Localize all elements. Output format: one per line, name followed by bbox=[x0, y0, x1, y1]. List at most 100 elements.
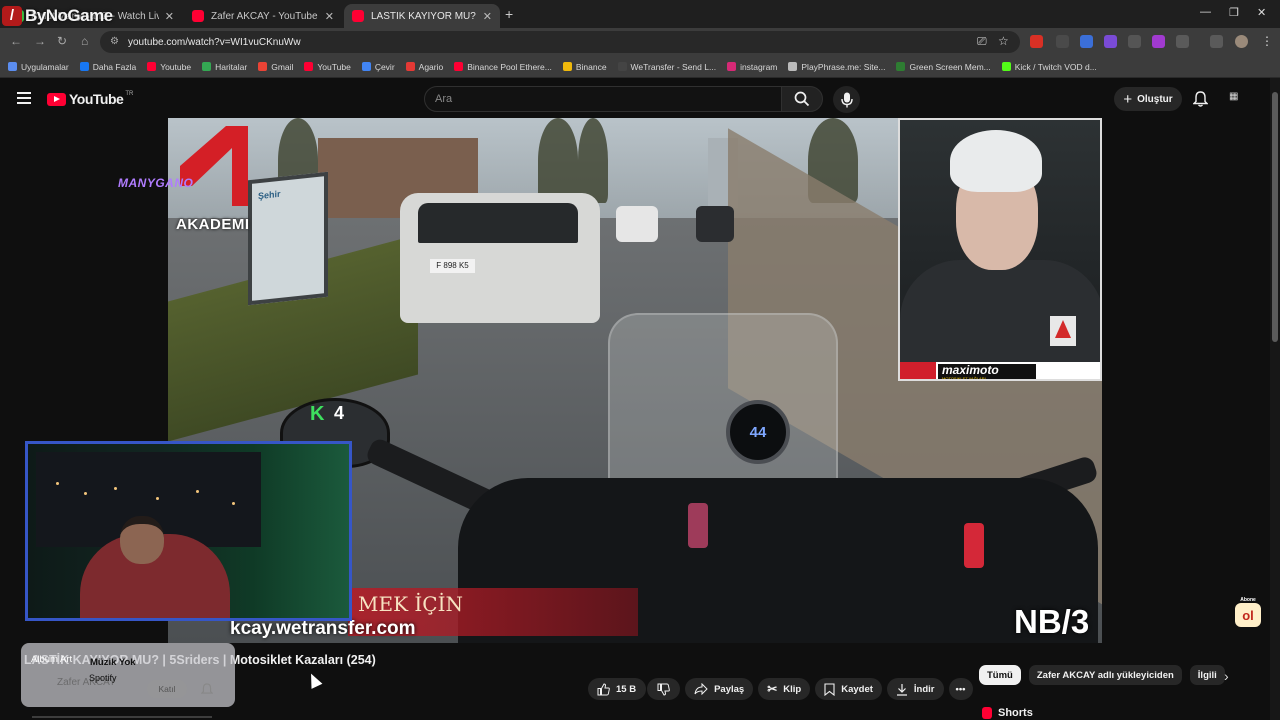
bookmark-label: Youtube bbox=[160, 61, 192, 72]
extension-icon[interactable] bbox=[1128, 35, 1141, 48]
bookmark-favicon-icon bbox=[361, 62, 371, 71]
bookmark-item[interactable]: Gmail bbox=[258, 62, 293, 72]
home-icon[interactable]: ⌂ bbox=[81, 34, 88, 48]
download-icon bbox=[896, 683, 907, 696]
bookmark-item[interactable]: Youtube bbox=[147, 62, 191, 72]
menu-kebab-icon[interactable]: ⋮ bbox=[1261, 34, 1273, 48]
search-button[interactable] bbox=[781, 86, 823, 112]
reload-icon[interactable]: ↻ bbox=[57, 34, 67, 48]
bookmark-label: Çevir bbox=[374, 61, 395, 72]
youtube-logo[interactable]: YouTube TR bbox=[47, 91, 133, 107]
download-button[interactable]: İndir bbox=[886, 678, 944, 700]
bookmark-label: Agario bbox=[418, 61, 444, 72]
search-input[interactable]: Ara bbox=[424, 86, 782, 112]
bookmark-favicon-icon bbox=[79, 62, 89, 71]
shirt-logo-icon bbox=[1050, 316, 1076, 346]
nb3-label: NB/3 bbox=[1014, 603, 1090, 640]
page-scrollbar[interactable] bbox=[1270, 78, 1280, 720]
tree bbox=[578, 118, 608, 203]
site-info-icon[interactable]: ⚙ bbox=[110, 36, 119, 47]
brake-lever bbox=[688, 503, 708, 548]
join-button[interactable]: Katıl bbox=[147, 680, 187, 698]
minimize-icon[interactable]: — bbox=[1200, 6, 1211, 18]
extensions-puzzle-icon[interactable] bbox=[1176, 35, 1189, 48]
dark-car bbox=[696, 206, 734, 242]
download-label: İndir bbox=[913, 683, 935, 695]
extension-icon[interactable] bbox=[1152, 35, 1165, 48]
city-light bbox=[156, 497, 159, 500]
more-actions-button[interactable]: ••• bbox=[948, 678, 973, 700]
bookmark-item[interactable]: Kick / Twitch VOD d... bbox=[1001, 62, 1097, 72]
kick-counter: K 4 bbox=[310, 403, 344, 424]
forward-icon[interactable]: → bbox=[34, 34, 46, 48]
scrollbar-thumb[interactable] bbox=[1272, 92, 1278, 342]
save-button[interactable]: Kaydet bbox=[815, 678, 882, 700]
create-button[interactable]: + Oluştur bbox=[1114, 87, 1182, 111]
dislike-button[interactable] bbox=[647, 678, 681, 700]
share-button[interactable]: Paylaş bbox=[685, 678, 754, 700]
share-label: Paylaş bbox=[714, 683, 745, 695]
close-icon[interactable]: ✕ bbox=[483, 10, 492, 23]
bookmark-star-icon[interactable]: ☆ bbox=[998, 34, 1009, 48]
clip-button[interactable]: ✂ Klip bbox=[758, 678, 811, 700]
bookmark-item[interactable]: Agario bbox=[405, 61, 444, 72]
close-icon[interactable]: ✕ bbox=[325, 10, 334, 23]
voice-search-button[interactable] bbox=[833, 86, 860, 113]
microphone-icon bbox=[840, 92, 853, 107]
akademi-logo-icon bbox=[180, 126, 248, 206]
close-window-icon[interactable]: ✕ bbox=[1257, 6, 1266, 19]
tab-video[interactable]: LASTİK KAYIYOR MU? | 5Sr ✕ bbox=[344, 4, 500, 28]
cast-icon[interactable]: ⎚ bbox=[977, 34, 987, 49]
bookmark-item[interactable]: PlayPhrase.me: Site... bbox=[788, 62, 885, 72]
bookmark-label: PlayPhrase.me: Site... bbox=[801, 61, 886, 72]
bookmark-favicon-icon bbox=[1001, 62, 1011, 71]
restore-icon[interactable]: ❐ bbox=[1229, 6, 1239, 19]
chip-related[interactable]: İlgili bbox=[1189, 665, 1225, 685]
chip-from-uploader[interactable]: Zafer AKCAY adlı yükleyiciden bbox=[1028, 665, 1182, 685]
extension-icon[interactable] bbox=[1104, 35, 1117, 48]
bookmark-item[interactable]: Uygulamalar bbox=[8, 62, 69, 72]
song-title: Müzik Yok bbox=[90, 657, 136, 668]
bookmark-label: WeTransfer - Send L... bbox=[630, 61, 717, 72]
like-button[interactable]: 15 B bbox=[588, 678, 647, 700]
close-icon[interactable]: ✕ bbox=[165, 10, 174, 23]
windshield bbox=[608, 313, 838, 488]
bookmark-item[interactable]: Çevir bbox=[361, 61, 395, 72]
bookmark-favicon-icon bbox=[8, 62, 17, 71]
notifications-bell-icon[interactable] bbox=[201, 683, 213, 696]
chip-all[interactable]: Tümü bbox=[979, 665, 1021, 685]
album-art: Album Art bbox=[31, 654, 73, 665]
bookmark-favicon-icon bbox=[202, 62, 212, 71]
bookmark-item[interactable]: Binance Pool Ethere... bbox=[454, 62, 552, 72]
bookmark-item[interactable]: Haritalar bbox=[202, 62, 247, 72]
billboard-text: Şehir bbox=[258, 188, 281, 202]
extension-icon[interactable] bbox=[1080, 35, 1093, 48]
extension-icon[interactable] bbox=[1056, 35, 1069, 48]
chevron-right-icon[interactable]: › bbox=[1224, 668, 1229, 684]
more-horizontal-icon: ••• bbox=[955, 683, 966, 695]
extension-new-icon[interactable] bbox=[1030, 35, 1043, 48]
bookmark-label: instagram bbox=[740, 61, 778, 72]
back-icon[interactable]: ← bbox=[10, 34, 22, 48]
profile-avatar[interactable] bbox=[1235, 35, 1248, 48]
bookmark-favicon-icon bbox=[617, 62, 627, 71]
stream-watermark: / ByNoGame bbox=[2, 6, 113, 26]
bookmark-item[interactable]: instagram bbox=[727, 62, 777, 72]
new-tab-button[interactable]: + bbox=[505, 6, 513, 22]
bookmark-item[interactable]: Daha Fazla bbox=[79, 62, 136, 72]
bookmark-item[interactable]: Binance bbox=[562, 62, 607, 72]
reading-list-icon[interactable] bbox=[1210, 35, 1223, 48]
bookmark-item[interactable]: WeTransfer - Send L... bbox=[617, 61, 717, 72]
mouse-cursor bbox=[305, 671, 323, 689]
address-bar[interactable]: ⚙ youtube.com/watch?v=WI1vuCKnuWw bbox=[100, 31, 1020, 53]
bookmark-item[interactable]: YouTube bbox=[304, 61, 351, 72]
kick-k-icon: K bbox=[310, 402, 325, 425]
subscribe-badge-text: ol bbox=[1242, 608, 1254, 623]
menu-icon[interactable] bbox=[17, 92, 31, 104]
account-avatar[interactable]: ▦ bbox=[1229, 91, 1238, 102]
white-car bbox=[616, 206, 658, 242]
tab-channel[interactable]: Zafer AKCAY - YouTube ✕ bbox=[184, 4, 342, 28]
bookmark-label: YouTube bbox=[317, 61, 351, 72]
bookmark-item[interactable]: Green Screen Mem... bbox=[896, 62, 991, 72]
notifications-bell-icon[interactable] bbox=[1193, 91, 1208, 107]
